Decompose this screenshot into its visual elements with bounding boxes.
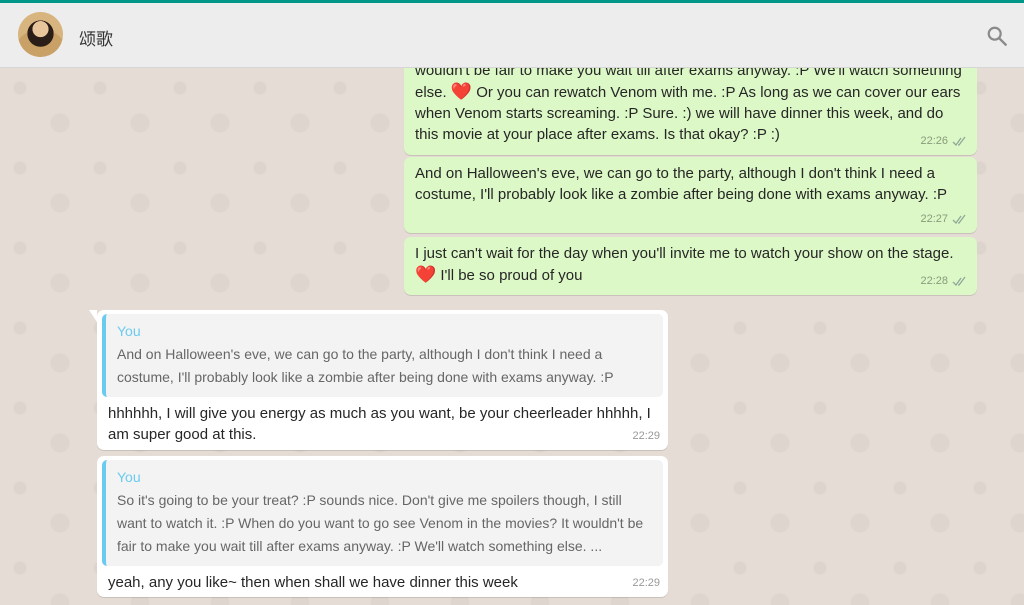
- message-text: wouldn't be fair to make you wait till a…: [415, 68, 962, 143]
- message-meta: 22:26: [920, 131, 968, 152]
- message-list[interactable]: wouldn't be fair to make you wait till a…: [0, 68, 1024, 605]
- message-time: 22:29: [632, 430, 660, 442]
- message-text: I just can't wait for the day when you'l…: [415, 245, 954, 284]
- search-icon[interactable]: [986, 25, 1008, 47]
- message-meta: 22:27: [920, 209, 968, 230]
- quote-author: You: [117, 323, 141, 339]
- message-meta: 22:29: [632, 426, 660, 447]
- contact-avatar[interactable]: [18, 12, 63, 57]
- heart-emoji-icon: ❤️: [450, 82, 473, 101]
- double-check-icon: [952, 214, 966, 225]
- incoming-message[interactable]: You So it's going to be your treat? :P s…: [97, 456, 668, 597]
- message-meta: 22:29: [632, 573, 660, 594]
- message-time: 22:28: [920, 275, 948, 287]
- heart-emoji-icon: ❤️: [415, 265, 437, 284]
- message-text: hhhhhh, I will give you energy as much a…: [108, 405, 651, 443]
- quoted-message[interactable]: You So it's going to be your treat? :P s…: [102, 460, 663, 566]
- outgoing-message[interactable]: wouldn't be fair to make you wait till a…: [404, 68, 977, 155]
- quoted-message[interactable]: You And on Halloween's eve, we can go to…: [102, 314, 663, 397]
- chat-header: 颂歌: [0, 3, 1024, 68]
- outgoing-message[interactable]: And on Halloween's eve, we can go to the…: [404, 157, 977, 233]
- message-text: yeah, any you like~ then when shall we h…: [108, 574, 518, 591]
- message-time: 22:29: [632, 577, 660, 589]
- quote-author: You: [117, 469, 141, 485]
- outgoing-message[interactable]: I just can't wait for the day when you'l…: [404, 237, 977, 295]
- quote-text: So it's going to be your treat? :P sound…: [117, 492, 644, 554]
- double-check-icon: [952, 136, 966, 147]
- message-text: And on Halloween's eve, we can go to the…: [415, 165, 948, 203]
- message-time: 22:27: [920, 213, 948, 225]
- message-meta: 22:28: [920, 271, 968, 292]
- incoming-message[interactable]: You And on Halloween's eve, we can go to…: [89, 310, 668, 450]
- message-time: 22:26: [920, 135, 948, 147]
- double-check-icon: [952, 276, 966, 287]
- quote-text: And on Halloween's eve, we can go to the…: [117, 346, 614, 385]
- contact-name[interactable]: 颂歌: [79, 25, 113, 50]
